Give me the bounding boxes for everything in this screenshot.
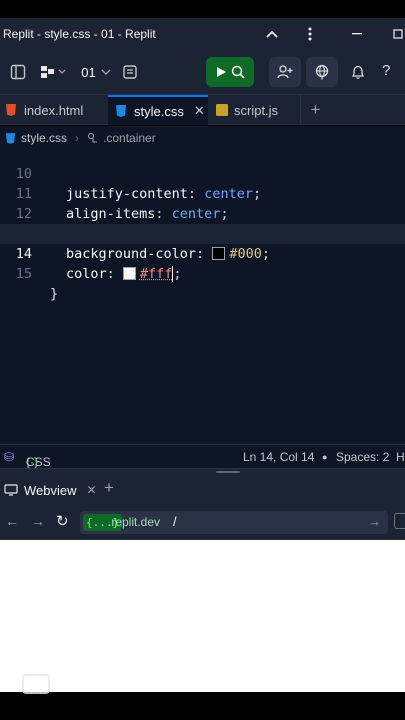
tab-webview[interactable]: Webview ✕	[0, 476, 100, 504]
code-line: 12 cursor: pointer;	[0, 184, 405, 242]
new-tab-button[interactable]: +	[104, 478, 114, 498]
code-line: 13 background-color: #000;	[0, 204, 405, 262]
editor-tabs: index.html style.css ✕ script.js +	[0, 95, 405, 125]
url-host: .replit.dev	[108, 515, 161, 529]
run-button[interactable]	[206, 57, 254, 87]
layout-menu-icon[interactable]	[38, 60, 68, 84]
selector-icon	[87, 132, 98, 143]
window-title: Replit - style.css - 01 - Replit	[3, 27, 156, 41]
project-selector[interactable]: 01	[76, 60, 116, 84]
bottom-black-band	[0, 692, 405, 720]
pane-divider[interactable]	[0, 468, 405, 476]
css-value: #fff	[139, 266, 173, 282]
webview-tabs: Webview ✕ +	[0, 476, 405, 504]
notifications-icon[interactable]	[350, 64, 368, 82]
close-tab-icon[interactable]: ✕	[194, 103, 205, 119]
tab-label: script.js	[234, 102, 279, 118]
play-icon	[217, 67, 226, 77]
close-tab-icon[interactable]: ✕	[87, 483, 97, 497]
css-icon	[6, 132, 15, 144]
indentation[interactable]: Spaces: 2	[336, 450, 389, 464]
search-icon	[231, 65, 245, 79]
webview-navigation: ← → ↻ {...} .replit.dev / →	[0, 504, 405, 540]
drag-handle[interactable]	[216, 471, 240, 473]
language-label: CSS	[26, 455, 51, 469]
line-number: 15	[15, 266, 32, 282]
css-icon	[116, 105, 126, 117]
project-name: 01	[81, 64, 96, 80]
project-info-icon[interactable]	[120, 60, 140, 84]
tab-label: Webview	[24, 482, 77, 498]
chevron-right-icon: ›	[75, 131, 80, 145]
globe-icon	[315, 64, 329, 80]
toolbar: 01	[0, 50, 405, 95]
url-bar[interactable]: {...} .replit.dev / →	[80, 511, 388, 534]
tab-label: index.html	[24, 102, 84, 118]
breadcrumb-selector[interactable]: .container	[103, 131, 156, 145]
help-icon[interactable]: ?	[382, 62, 398, 82]
webview-preview[interactable]	[0, 540, 405, 692]
breadcrumb-file[interactable]: style.css	[21, 131, 67, 145]
code-editor[interactable]: 10 justify-content: center; 11 align-ite…	[0, 146, 405, 444]
js-icon	[216, 104, 228, 116]
watermark-logo	[22, 674, 50, 694]
status-bar: ⛁ {·} CSS Ln 14, Col 14 ● Spaces: 2 H	[0, 444, 405, 469]
css-property: color	[66, 266, 107, 282]
monitor-icon	[4, 484, 18, 496]
chevron-up-icon[interactable]	[260, 18, 284, 50]
code-line-active: 14 color: #fff;	[0, 224, 405, 282]
url-path: /	[173, 514, 177, 529]
devtools-icon[interactable]	[394, 513, 405, 529]
reload-icon[interactable]: ↻	[56, 512, 69, 530]
color-swatch[interactable]	[122, 267, 136, 280]
forward-arrow-icon[interactable]: →	[31, 513, 45, 529]
tab-label: style.css	[134, 103, 184, 119]
title-bar: Replit - style.css - 01 - Replit	[0, 18, 405, 50]
maximize-icon[interactable]	[390, 18, 405, 50]
back-arrow-icon[interactable]: ←	[5, 513, 19, 529]
html-icon	[6, 104, 16, 116]
go-arrow-icon[interactable]: →	[368, 514, 381, 529]
git-icon[interactable]: ⛁	[4, 450, 14, 464]
tab-style-css[interactable]: style.css ✕	[108, 95, 208, 125]
new-tab-button[interactable]: +	[300, 95, 330, 125]
tab-script-js[interactable]: script.js	[210, 95, 300, 125]
invite-button[interactable]	[269, 57, 301, 87]
tab-index-html[interactable]: index.html	[0, 95, 106, 125]
code-line: 10 justify-content: center;	[0, 146, 405, 202]
deploy-button[interactable]	[306, 57, 338, 87]
top-black-band	[0, 0, 405, 18]
closing-brace: }	[50, 286, 59, 302]
cursor-position[interactable]: Ln 14, Col 14	[243, 450, 314, 464]
add-user-icon	[277, 65, 293, 79]
sidebar-toggle-icon[interactable]	[8, 60, 28, 84]
minimize-icon[interactable]	[345, 18, 369, 50]
more-options-icon[interactable]	[298, 18, 322, 50]
code-line: 11 align-items: center;	[0, 164, 405, 222]
code-line: 15 }	[0, 244, 405, 302]
status-extra[interactable]: H	[396, 450, 405, 464]
dot-separator: ●	[322, 452, 328, 462]
